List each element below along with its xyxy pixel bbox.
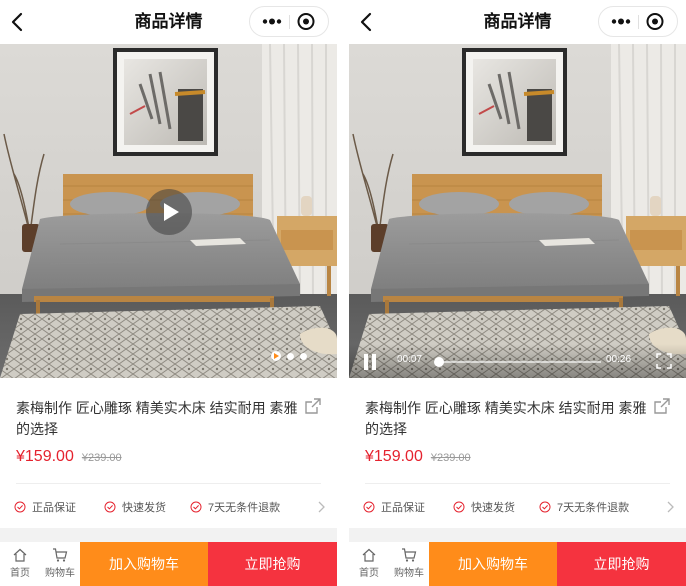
check-circle-icon xyxy=(104,501,116,513)
nav-bar: 商品详情 xyxy=(349,0,686,44)
cart-icon xyxy=(402,548,417,562)
service-item: 正品保证 xyxy=(363,498,425,516)
chevron-right-icon[interactable] xyxy=(665,500,675,514)
service-label: 快速发货 xyxy=(122,502,166,514)
check-circle-icon xyxy=(453,501,465,513)
carousel-dot[interactable] xyxy=(300,352,307,360)
close-target-icon[interactable] xyxy=(639,7,671,36)
video-progress-handle[interactable] xyxy=(434,357,444,367)
bottom-action-bar: 首页 购物车 加入购物车 立即抢购 xyxy=(349,542,686,586)
tab-home[interactable]: 首页 xyxy=(0,542,40,586)
more-dots-icon[interactable] xyxy=(256,7,288,36)
sale-price: ¥159.00 xyxy=(365,448,423,465)
section-gap xyxy=(349,528,686,542)
close-target-icon[interactable] xyxy=(290,7,322,36)
video-play-button[interactable] xyxy=(146,189,192,235)
fullscreen-icon[interactable] xyxy=(656,353,672,369)
carousel-dot[interactable] xyxy=(287,352,294,360)
video-controls: 00:07 00:26 xyxy=(349,344,686,378)
service-label: 7天无条件退款 xyxy=(208,502,281,514)
video-total-time: 00:26 xyxy=(606,354,632,365)
service-label: 7天无条件退款 xyxy=(557,502,630,514)
sale-price: ¥159.00 xyxy=(16,448,74,465)
section-gap xyxy=(0,528,337,542)
price-row: ¥159.00 ¥239.00 xyxy=(365,448,471,470)
back-arrow-icon[interactable] xyxy=(6,10,30,34)
share-icon[interactable] xyxy=(652,396,672,416)
home-icon xyxy=(13,548,27,562)
tab-cart-label: 购物车 xyxy=(45,568,75,579)
service-label: 快速发货 xyxy=(471,502,515,514)
product-info: 素梅制作 匠心雕琢 精美实木床 结实耐用 素雅的选择 ¥159.00 ¥239.… xyxy=(349,378,686,528)
price-row: ¥159.00 ¥239.00 xyxy=(16,448,122,470)
share-icon[interactable] xyxy=(303,396,323,416)
service-guarantees[interactable]: 正品保证 快速发货 7天无条件退款 xyxy=(14,498,330,516)
add-to-cart-button[interactable]: 加入购物车 xyxy=(429,542,557,586)
product-title: 素梅制作 匠心雕琢 精美实木床 结实耐用 素雅的选择 xyxy=(16,400,298,437)
tab-home-label: 首页 xyxy=(359,568,379,579)
buy-now-button[interactable]: 立即抢购 xyxy=(208,542,337,586)
add-to-cart-button[interactable]: 加入购物车 xyxy=(80,542,208,586)
mini-program-capsule xyxy=(249,6,329,37)
chevron-right-icon[interactable] xyxy=(316,500,326,514)
product-detail-screen-image: 商品详情 素梅制作 匠心雕琢 精美实木床 结实耐用 素雅的选择 ¥159.00 … xyxy=(0,0,337,586)
tab-cart[interactable]: 购物车 xyxy=(40,542,80,586)
check-circle-icon xyxy=(363,501,375,513)
mini-program-capsule xyxy=(598,6,678,37)
check-circle-icon xyxy=(190,501,202,513)
check-circle-icon xyxy=(14,501,26,513)
service-label: 正品保证 xyxy=(381,502,425,514)
product-image[interactable] xyxy=(0,44,337,378)
more-dots-icon[interactable] xyxy=(605,7,637,36)
pause-icon[interactable] xyxy=(363,354,377,370)
product-video[interactable]: 00:07 00:26 xyxy=(349,44,686,378)
original-price: ¥239.00 xyxy=(81,452,122,464)
product-title: 素梅制作 匠心雕琢 精美实木床 结实耐用 素雅的选择 xyxy=(365,400,647,437)
tab-cart-label: 购物车 xyxy=(394,568,424,579)
service-item: 7天无条件退款 xyxy=(190,498,280,516)
check-circle-icon xyxy=(539,501,551,513)
carousel-indicator xyxy=(265,351,307,361)
carousel-video-dot[interactable] xyxy=(271,351,281,361)
tab-home[interactable]: 首页 xyxy=(349,542,389,586)
nav-bar: 商品详情 xyxy=(0,0,337,44)
service-label: 正品保证 xyxy=(32,502,76,514)
service-item: 7天无条件退款 xyxy=(539,498,629,516)
cart-icon xyxy=(53,548,68,562)
product-detail-screen-video: 商品详情 00:07 00:26 素梅制作 匠心雕琢 精美实木床 结实耐用 素雅… xyxy=(349,0,686,586)
video-progress-track[interactable] xyxy=(438,361,601,363)
service-guarantees[interactable]: 正品保证 快速发货 7天无条件退款 xyxy=(363,498,679,516)
home-icon xyxy=(362,548,376,562)
service-item: 快速发货 xyxy=(104,498,166,516)
back-arrow-icon[interactable] xyxy=(355,10,379,34)
service-item: 正品保证 xyxy=(14,498,76,516)
original-price: ¥239.00 xyxy=(430,452,471,464)
divider xyxy=(365,483,670,484)
service-item: 快速发货 xyxy=(453,498,515,516)
tab-cart[interactable]: 购物车 xyxy=(389,542,429,586)
buy-now-button[interactable]: 立即抢购 xyxy=(557,542,686,586)
bottom-action-bar: 首页 购物车 加入购物车 立即抢购 xyxy=(0,542,337,586)
product-info: 素梅制作 匠心雕琢 精美实木床 结实耐用 素雅的选择 ¥159.00 ¥239.… xyxy=(0,378,337,528)
tab-home-label: 首页 xyxy=(10,568,30,579)
divider xyxy=(16,483,321,484)
video-current-time: 00:07 xyxy=(397,354,423,365)
